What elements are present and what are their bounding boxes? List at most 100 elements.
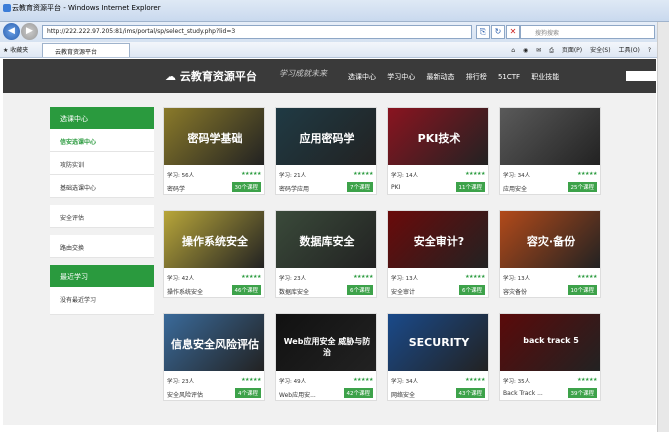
course-card[interactable]: 密码学基础 学习: 56人 ★★★★★ 密码学 30个课程 [163, 107, 265, 195]
course-name[interactable]: 容灾备份 [503, 287, 527, 296]
course-card[interactable]: 安全审计? 学习: 13人 ★★★★★ 安全审计 6个课程 [387, 210, 489, 298]
course-cover-image[interactable]: 操作系统安全 [164, 211, 264, 268]
course-card[interactable]: back track 5 学习: 35人 ★★★★★ Back Track ... 39… [499, 313, 601, 401]
course-cover-image[interactable]: SECURITY [388, 314, 488, 371]
rating-stars-icon: ★★★★★ [577, 171, 597, 177]
sidebar-header-recent[interactable]: 最近学习 [50, 265, 154, 287]
nav-select-center[interactable]: 选课中心 [348, 73, 376, 81]
course-cover-image[interactable]: 信息安全风险评估 [164, 314, 264, 371]
course-card[interactable]: PKI技术学习: 14人 ★★★★★ PKI 11个课程 [387, 107, 489, 195]
nav-ranking[interactable]: 排行榜 [466, 73, 487, 81]
learn-label: 学习: [391, 379, 404, 385]
course-cover-image[interactable]: Web应用安全 威胁与防治 [276, 314, 376, 371]
course-cover-image[interactable]: back track 5 [500, 314, 600, 371]
learner-count: 35人 [517, 379, 531, 385]
sidebar-item-infosec[interactable]: 信安选课中心 [50, 129, 154, 152]
back-icon[interactable]: ◀ [3, 23, 20, 40]
sidebar-header-select[interactable]: 选课中心 [50, 107, 154, 129]
course-learners: 学习: 23人 [167, 377, 194, 385]
favorites-button[interactable]: ★ 收藏夹 [3, 45, 28, 54]
course-learners: 学习: 49人 [279, 377, 306, 385]
course-count-badge: 25个课程 [567, 182, 597, 192]
window-title: 云教育资源平台 - Windows Internet Explorer [12, 4, 161, 12]
course-learners: 学习: 34人 [391, 377, 418, 385]
nav-news[interactable]: 最新动态 [426, 73, 454, 81]
course-cover-title: 信息安全风险评估 [171, 338, 259, 351]
course-name[interactable]: 密码学应用 [279, 184, 309, 193]
sidebar: 选课中心 信安选课中心 攻防实训 基础选课中心 安全评估 路由交换 最近学习 没… [50, 107, 154, 315]
course-name[interactable]: 网络安全 [391, 390, 415, 399]
feeds-icon[interactable]: ◉ [523, 47, 528, 54]
course-cover-title: 安全审计? [413, 235, 465, 248]
course-name[interactable]: 安全风险评估 [167, 390, 203, 399]
course-name[interactable]: PKI [391, 184, 400, 191]
course-card[interactable]: Web应用安全 威胁与防治 学习: 49人 ★★★★★ Web应用安... 42个课程 [275, 313, 377, 401]
learn-label: 学习: [503, 379, 516, 385]
help-icon[interactable]: ? [648, 47, 651, 54]
nav-skills[interactable]: 职业技能 [531, 73, 559, 81]
course-cover-title: 应用密码学 [299, 132, 355, 145]
course-cover-image[interactable]: PKI技术 [388, 108, 488, 165]
mail-icon[interactable]: ✉ [536, 47, 541, 54]
site-search-input[interactable] [626, 71, 656, 81]
sidebar-item-basic[interactable]: 基础选课中心 [50, 175, 154, 198]
tools-menu[interactable]: 工具(O) [618, 47, 639, 54]
course-cover-image[interactable]: 应用密码学 [276, 108, 376, 165]
nav-study-center[interactable]: 学习中心 [387, 73, 415, 81]
course-count-badge: 46个课程 [231, 285, 261, 295]
course-learners: 学习: 14人 [391, 171, 418, 179]
course-name[interactable]: 操作系统安全 [167, 287, 203, 296]
course-cover-image[interactable]: 安全审计? [388, 211, 488, 268]
course-cover-image[interactable] [500, 108, 600, 165]
course-name[interactable]: Back Track ... [503, 390, 543, 397]
rating-stars-icon: ★★★★★ [577, 274, 597, 280]
course-card[interactable]: SECURITY 学习: 34人 ★★★★★ 网络安全 43个课程 [387, 313, 489, 401]
course-name[interactable]: 数据库安全 [279, 287, 309, 296]
course-card[interactable]: 操作系统安全 学习: 42人 ★★★★★ 操作系统安全 46个课程 [163, 210, 265, 298]
course-card[interactable]: 容灾·备份 学习: 13人 ★★★★★ 容灾备份 10个课程 [499, 210, 601, 298]
safety-menu[interactable]: 安全(S) [590, 47, 611, 54]
sidebar-item-attack-defense[interactable]: 攻防实训 [50, 152, 154, 175]
page-menu[interactable]: 页面(P) [562, 47, 582, 54]
refresh-icon[interactable]: ↻ [491, 25, 505, 39]
rating-stars-icon: ★★★★★ [465, 171, 485, 177]
learner-count: 34人 [517, 173, 531, 179]
compat-icon[interactable]: ⎘ [476, 25, 490, 39]
course-count-badge: 6个课程 [347, 285, 373, 295]
course-cover-image[interactable]: 容灾·备份 [500, 211, 600, 268]
course-name[interactable]: 密码学 [167, 184, 185, 193]
course-learners: 学习: 42人 [167, 274, 194, 282]
course-count-badge: 11个课程 [455, 182, 485, 192]
site-logo[interactable]: ☁ 云教育资源平台 [165, 68, 257, 84]
home-icon[interactable]: ⌂ [511, 47, 515, 54]
favorites-bar: ★ 收藏夹 云教育资源平台 ⌂ ◉ ✉ ⎙ 页面(P) 安全(S) 工具(O) … [0, 42, 669, 58]
course-cover-title: 操作系统安全 [182, 235, 248, 248]
forward-icon[interactable]: ▶ [21, 23, 38, 40]
course-card[interactable]: 应用密码学 学习: 21人 ★★★★★ 密码学应用 7个课程 [275, 107, 377, 195]
print-icon[interactable]: ⎙ [549, 47, 554, 54]
search-input[interactable]: 搜狗搜索 [520, 25, 655, 39]
course-name[interactable]: 安全审计 [391, 287, 415, 296]
sidebar-item-routing[interactable]: 路由交换 [50, 235, 154, 258]
learner-count: 23人 [181, 379, 195, 385]
stop-icon[interactable]: ✕ [506, 25, 520, 39]
nav-51ctf[interactable]: 51CTF [498, 73, 520, 81]
course-card[interactable]: 学习: 34人 ★★★★★ 应用安全 25个课程 [499, 107, 601, 195]
course-name[interactable]: Web应用安... [279, 390, 316, 399]
course-cover-image[interactable]: 密码学基础 [164, 108, 264, 165]
course-cover-image[interactable]: 数据库安全 [276, 211, 376, 268]
learn-label: 学习: [391, 173, 404, 179]
browser-tab[interactable]: 云教育资源平台 [42, 43, 130, 57]
rating-stars-icon: ★★★★★ [577, 377, 597, 383]
tab-title: 云教育资源平台 [55, 49, 98, 56]
course-name[interactable]: 应用安全 [503, 184, 527, 193]
course-count-badge: 7个课程 [347, 182, 373, 192]
sidebar-item-no-recent: 没有最近学习 [50, 287, 154, 315]
scrollbar[interactable] [657, 22, 669, 432]
course-card[interactable]: 数据库安全 学习: 23人 ★★★★★ 数据库安全 6个课程 [275, 210, 377, 298]
sidebar-item-assessment[interactable]: 安全评估 [50, 205, 154, 228]
url-input[interactable]: http://222.222.97.205:81/ims/portal/sp/s… [42, 25, 472, 39]
site-slogan: 学习成就未来 [279, 69, 327, 78]
course-cover-title: Web应用安全 威胁与防治 [283, 337, 371, 357]
course-card[interactable]: 信息安全风险评估 学习: 23人 ★★★★★ 安全风险评估 4个课程 [163, 313, 265, 401]
